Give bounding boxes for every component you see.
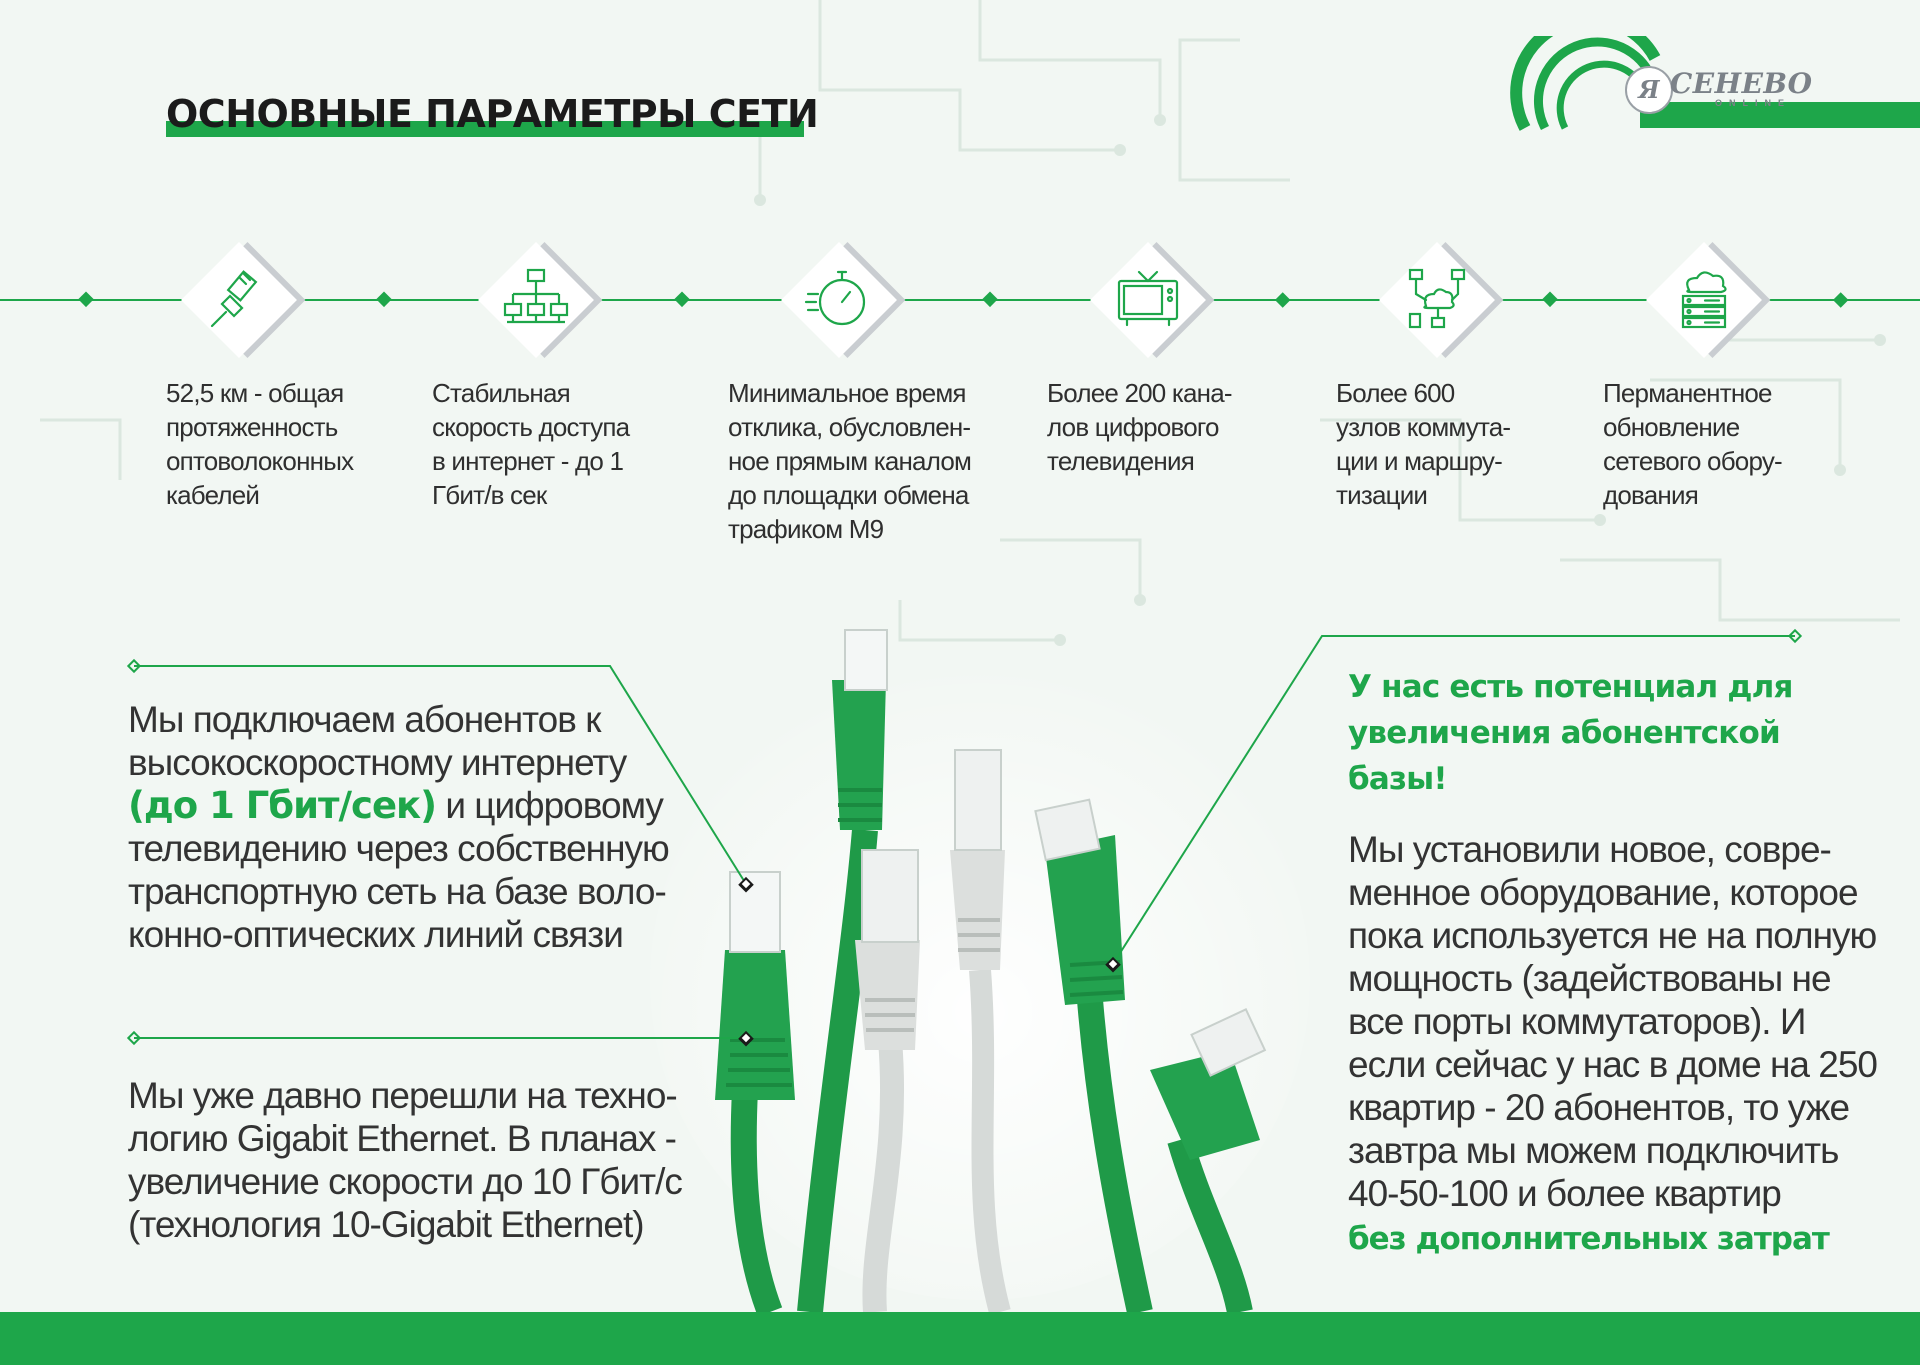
footer-bar	[0, 1312, 1920, 1365]
no-extra-cost-highlight: без дополнительных затрат	[1348, 1221, 1830, 1257]
right-text-block: Мы установили новое, совре- менное обору…	[1348, 829, 1878, 1257]
speed-highlight: (до 1 Гбит/сек)	[128, 784, 437, 827]
left-text-block-2: Мы уже давно перешли на техно- логию Gig…	[128, 1075, 683, 1245]
potential-headline: У нас есть потенциал для увеличения абон…	[1348, 669, 1793, 797]
left-text-block-1: Мы подключаем абонентов к высокоскоростн…	[128, 699, 670, 955]
